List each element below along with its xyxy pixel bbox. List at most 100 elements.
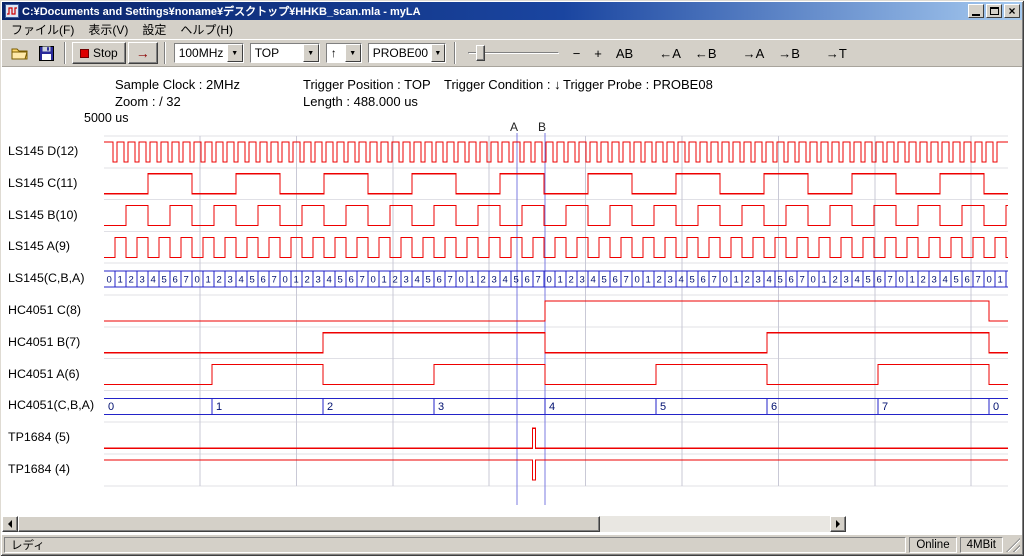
zoom-slider[interactable] [466,42,561,64]
bus-value: 0 [987,275,992,286]
run-button[interactable]: → [128,42,158,64]
trace-LS145 D(12) [104,142,1008,162]
bus-value: 6 [437,275,442,286]
ab-range-button[interactable]: AB [610,43,639,64]
prev-marker-a-button[interactable]: ←A [653,43,687,64]
application-window: 0123456701234567012345670123456701234567… [0,0,1024,556]
bus-value: 5 [162,275,167,286]
bus-value: 6 [771,401,777,413]
bus-value: 2 [129,275,134,286]
bus-value: 7 [888,275,893,286]
bus-value: 2 [921,275,926,286]
channel-label: TP1684 (4) [8,462,70,476]
bus-value: 3 [580,275,585,286]
next-marker-b-button[interactable]: →B [772,43,806,64]
stop-icon [80,49,89,58]
floppy-disk-icon [39,46,54,61]
bus-value: 1 [294,275,299,286]
trace-TP1684 (4) [104,460,1008,480]
bus-value: 6 [965,275,970,286]
scrollbar-track[interactable] [600,516,830,532]
time-scale-label: 5000 us [84,111,128,125]
bus-value: 7 [360,275,365,286]
titlebar[interactable]: C:¥Documents and Settings¥noname¥デスクトップ¥… [2,2,1022,20]
bus-value: 2 [481,275,486,286]
trigger-position-value: TOP [251,44,303,62]
prev-marker-b-button[interactable]: ←B [689,43,723,64]
marker-b-label: B [538,120,546,134]
bus-value: 5 [866,275,871,286]
close-icon: × [1008,6,1015,16]
close-button[interactable]: × [1004,4,1020,18]
bus-value: 2 [833,275,838,286]
next-marker-a-button[interactable]: →A [737,43,771,64]
bus-value: 1 [118,275,123,286]
bus-value: 4 [679,275,684,286]
stop-button[interactable]: Stop [72,42,126,64]
bus-value: 1 [910,275,915,286]
marker-a-label: A [510,120,518,134]
stop-label: Stop [93,46,118,60]
channel-label: HC4051 A(6) [8,367,80,381]
channel-label: LS145(C,B,A) [8,271,84,285]
bus-value: 2 [393,275,398,286]
bus-value: 0 [371,275,376,286]
sample-clock-info: Sample Clock : 2MHz [115,77,240,92]
bus-value: 3 [404,275,409,286]
open-button[interactable] [7,44,33,63]
bus-value: 3 [844,275,849,286]
channel-label: HC4051(C,B,A) [8,398,94,412]
channel-label: TP1684 (5) [8,430,70,444]
minimize-icon [972,14,980,16]
channel-label: LS145 D(12) [8,144,78,158]
trigger-edge-select[interactable]: ↑ ▼ [326,43,362,63]
resize-grip[interactable] [1006,538,1020,552]
bus-value: 7 [184,275,189,286]
probe-select[interactable]: PROBE00 ▼ [368,43,446,63]
trigger-position-select[interactable]: TOP ▼ [250,43,320,63]
bus-value: 7 [800,275,805,286]
menu-view[interactable]: 表示(V) [81,19,135,40]
window-title: C:¥Documents and Settings¥noname¥デスクトップ¥… [22,3,964,19]
goto-trigger-button[interactable]: →T [820,43,853,64]
bus-value: 7 [976,275,981,286]
bus-value: 0 [993,401,999,413]
scroll-left-button[interactable] [2,516,18,532]
scrollbar-thumb[interactable] [18,516,600,532]
channel-label: LS145 B(10) [8,208,78,222]
trace-TP1684 (5) [104,428,1008,448]
bus-value: 7 [536,275,541,286]
bus-value: 4 [549,401,555,413]
chevron-down-icon[interactable]: ▼ [227,44,243,62]
bus-value: 3 [668,275,673,286]
bus-value: 2 [327,401,333,413]
bus-value: 6 [701,275,706,286]
bus-value: 7 [448,275,453,286]
bus-value: 0 [195,275,200,286]
maximize-button[interactable] [986,4,1002,18]
bus-value: 4 [415,275,420,286]
bus-value: 2 [745,275,750,286]
menu-settings[interactable]: 設定 [135,19,173,40]
bus-value: 4 [855,275,860,286]
zoom-in-button[interactable]: + [588,43,608,64]
menu-help[interactable]: ヘルプ(H) [173,19,240,40]
save-button[interactable] [35,43,58,64]
slider-thumb[interactable] [476,45,485,61]
trigger-probe-info: Trigger Probe : PROBE08 [563,77,713,92]
chevron-down-icon[interactable]: ▼ [303,44,319,62]
menu-file[interactable]: ファイル(F) [4,19,81,40]
sample-rate-value: 100MHz [175,44,227,62]
sample-rate-select[interactable]: 100MHz ▼ [174,43,244,63]
channel-label: HC4051 B(7) [8,335,80,349]
chevron-down-icon[interactable]: ▼ [345,44,361,62]
zoom-out-button[interactable]: − [567,43,587,64]
trigger-position-info: Trigger Position : TOP [303,77,431,92]
horizontal-scrollbar[interactable] [2,516,846,532]
minimize-button[interactable] [968,4,984,18]
trigger-edge-value: ↑ [327,44,345,62]
scroll-right-button[interactable] [830,516,846,532]
chevron-down-icon[interactable]: ▼ [431,44,445,62]
bus-value: 4 [943,275,948,286]
bus-value: 0 [635,275,640,286]
